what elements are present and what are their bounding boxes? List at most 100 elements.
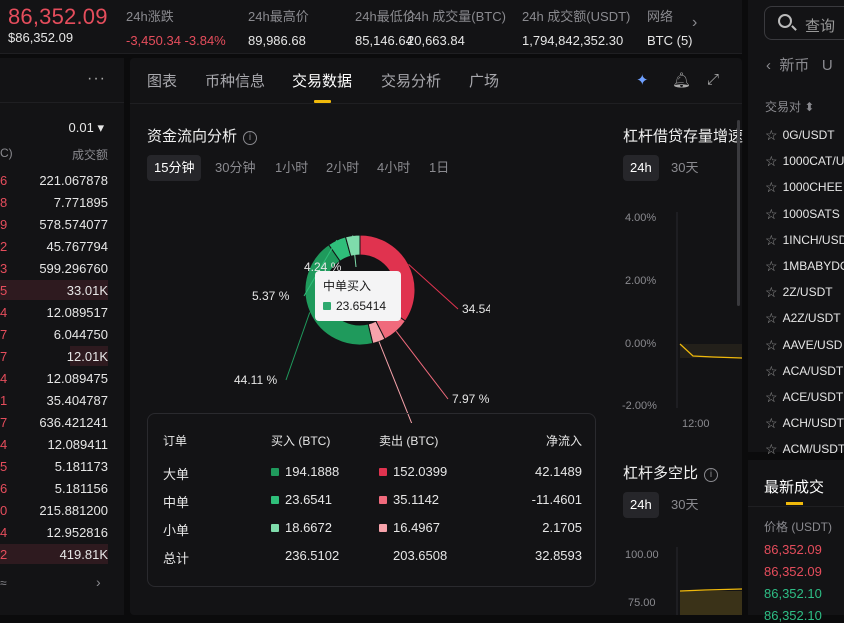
star-icon[interactable]: ☆ xyxy=(765,258,778,274)
orderbook-row[interactable]: 6 5.181156 xyxy=(0,477,124,499)
equal-icon: ≈ xyxy=(0,576,7,590)
x-tick: 12:00 xyxy=(682,418,710,430)
star-icon[interactable]: ☆ xyxy=(765,232,778,248)
recent-trades-header: 价格 (USDT) xyxy=(764,520,832,534)
ticker-bar: 86,352.09 $86,352.09 24h涨跌 -3,450.34 -3.8… xyxy=(0,0,742,54)
star-icon[interactable]: ☆ xyxy=(765,337,778,353)
margin-growth-plot xyxy=(676,212,742,408)
orderbook-row[interactable]: 1 35.404787 xyxy=(0,389,124,411)
interval-15m[interactable]: 15分钟 xyxy=(147,155,202,181)
long-short-title: 杠杆多空比 i xyxy=(623,462,719,483)
slice-leader-line xyxy=(378,341,413,423)
tab-trading-data[interactable]: 交易数据 xyxy=(292,70,352,103)
orderbook-row[interactable]: 8 7.771895 xyxy=(0,191,124,213)
tab-square[interactable]: 广场 xyxy=(469,70,499,91)
pair-item[interactable]: ☆ ACA/USDT xyxy=(765,363,843,380)
recent-trades: 最新成交 价格 (USDT) 86,352.09 86,352.09 86,352.… xyxy=(748,460,844,623)
pair-item[interactable]: ☆ ACE/USDT xyxy=(765,389,843,406)
tab-chart[interactable]: 图表 xyxy=(147,70,177,91)
stat-volume-btc: 24h 成交量(BTC) 20,663.84 xyxy=(407,9,506,48)
orderbook-row[interactable]: 4 12.089517 xyxy=(0,301,124,323)
pair-item[interactable]: ☆ 1INCH/USD xyxy=(765,232,844,249)
last-price-usd: $86,352.09 xyxy=(8,30,74,45)
pair-item[interactable]: ☆ A2Z/USDT xyxy=(765,310,841,327)
slice-label: 34.54 % xyxy=(462,302,490,316)
slice-label: 7.97 % xyxy=(452,392,490,406)
ls-range-24h[interactable]: 24h xyxy=(623,492,659,518)
orderbook-row[interactable]: 3 599.296760 xyxy=(0,257,124,279)
chevron-right-icon[interactable]: › xyxy=(96,574,101,590)
swatch xyxy=(323,302,331,310)
star-icon[interactable]: ☆ xyxy=(765,363,778,379)
trade-price: 86,352.09 xyxy=(764,564,822,579)
pair-item[interactable]: ☆ AAVE/USD xyxy=(765,337,842,354)
stat-high: 24h最高价 89,986.68 xyxy=(248,9,309,48)
fund-flow-title: 资金流向分析 i xyxy=(147,125,258,146)
interval-1h[interactable]: 1小时 xyxy=(268,155,315,181)
market-list: 查询 ‹ 新币 U 交易对 ⬍ ☆ 0G/USDT ☆ 1000CAT/U ☆ 1000C… xyxy=(748,0,844,457)
trade-price: 86,352.10 xyxy=(764,586,822,601)
ls-range-30d[interactable]: 30天 xyxy=(664,492,705,518)
pair-item[interactable]: ☆ 1000SATS xyxy=(765,206,840,223)
orderbook-row[interactable]: 4 12.089475 xyxy=(0,367,124,389)
star-icon[interactable]: ☆ xyxy=(765,127,778,143)
pair-item[interactable]: ☆ 0G/USDT xyxy=(765,127,835,144)
tab-coin-info[interactable]: 币种信息 xyxy=(205,70,265,91)
y-tick: 4.00% xyxy=(625,212,657,224)
interval-1d[interactable]: 1日 xyxy=(422,155,456,181)
orderbook-row[interactable]: 4 12.952816 xyxy=(0,521,124,543)
star-icon[interactable]: ☆ xyxy=(765,415,778,431)
orderbook-row[interactable]: 2 45.767794 xyxy=(0,235,124,257)
stat-network[interactable]: 网络 BTC (5) xyxy=(647,6,693,48)
star-icon[interactable]: ☆ xyxy=(765,179,778,195)
orderbook-row[interactable]: 4 12.089411 xyxy=(0,433,124,455)
orderbook-row[interactable]: 7 12.01K xyxy=(0,345,124,367)
recent-trades-title[interactable]: 最新成交 xyxy=(764,476,824,505)
margin-range-24h[interactable]: 24h xyxy=(623,155,659,181)
margin-growth-title: 杠杆借贷存量增速 xyxy=(623,128,744,145)
orderbook-row[interactable]: 7 636.421241 xyxy=(0,411,124,433)
more-icon[interactable]: ··· xyxy=(87,70,106,88)
table-header: 订单 买入 (BTC) 卖出 (BTC) 净流入 xyxy=(163,434,582,448)
star-icon[interactable]: ☆ xyxy=(765,284,778,300)
star-icon[interactable]: ☆ xyxy=(765,389,778,405)
pair-item[interactable]: ☆ 1000CHEE xyxy=(765,179,843,196)
orderbook-row[interactable]: 9 578.574077 xyxy=(0,213,124,235)
orderbook-row[interactable]: 6 221.067878 xyxy=(0,169,124,191)
chevron-left-icon[interactable]: ‹ xyxy=(766,57,771,74)
pair-item[interactable]: ☆ 1MBABYDO xyxy=(765,258,844,275)
info-icon[interactable]: i xyxy=(243,131,258,145)
search-input[interactable]: 查询 xyxy=(764,6,844,40)
pair-item[interactable]: ☆ 2Z/USDT xyxy=(765,284,833,301)
slice-leader-line xyxy=(395,331,449,400)
interval-2h[interactable]: 2小时 xyxy=(319,155,366,181)
star-icon[interactable]: ☆ xyxy=(765,310,778,326)
info-icon[interactable]: i xyxy=(704,468,719,482)
star-icon[interactable]: ☆ xyxy=(765,441,778,457)
orderbook-row[interactable]: 5 5.181173 xyxy=(0,455,124,477)
precision-select[interactable]: 0.01 ▾ xyxy=(69,120,104,136)
fund-flow-table: 订单 买入 (BTC) 卖出 (BTC) 净流入 大单 194.1888 152… xyxy=(147,413,596,587)
chevron-right-icon[interactable]: › xyxy=(692,14,697,32)
main-panel: 图表 币种信息 交易数据 交易分析 广场 ✦ 🔔︎ ⤢ 资金流向分析 i 15分钟… xyxy=(130,58,744,615)
orderbook-row[interactable]: 5 33.01K xyxy=(0,279,124,301)
star-icon[interactable]: ☆ xyxy=(765,153,778,169)
interval-4h[interactable]: 4小时 xyxy=(370,155,417,181)
star-icon[interactable]: ☆ xyxy=(765,206,778,222)
interval-30m[interactable]: 30分钟 xyxy=(208,155,262,181)
table-row: 中单 23.6541 35.1142 -11.4601 xyxy=(163,492,582,510)
tab-trading-analysis[interactable]: 交易分析 xyxy=(381,70,441,91)
slice-label: 44.11 % xyxy=(234,373,277,387)
trade-price: 86,352.10 xyxy=(764,608,822,623)
pair-header[interactable]: 交易对 ⬍ xyxy=(765,98,814,115)
orderbook-row[interactable]: 0 215.881200 xyxy=(0,499,124,521)
market-tabs[interactable]: ‹ 新币 U xyxy=(766,54,833,75)
orderbook-row[interactable]: 7 6.044750 xyxy=(0,323,124,345)
orderbook-row[interactable]: 2 419.81K xyxy=(0,543,124,565)
margin-range-30d[interactable]: 30天 xyxy=(664,155,705,181)
pair-item[interactable]: ☆ ACM/USDT xyxy=(765,441,844,458)
scrollbar[interactable] xyxy=(737,120,740,306)
chart-tooltip: 中单买入 23.65414 xyxy=(315,271,401,321)
pair-item[interactable]: ☆ ACH/USDT xyxy=(765,415,844,432)
pair-item[interactable]: ☆ 1000CAT/U xyxy=(765,153,844,170)
